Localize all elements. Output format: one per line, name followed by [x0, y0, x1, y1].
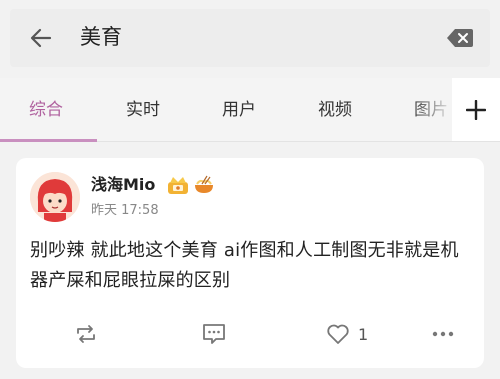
- active-tab-indicator: [0, 139, 97, 142]
- comment-button[interactable]: [202, 320, 226, 348]
- more-icon: [432, 331, 454, 337]
- backspace-icon[interactable]: [446, 27, 474, 49]
- plus-icon: [466, 99, 486, 120]
- like-count: 1: [358, 324, 369, 344]
- more-button[interactable]: [432, 320, 454, 348]
- search-input[interactable]: 美育: [80, 22, 122, 52]
- tab-users[interactable]: 用户: [222, 98, 256, 122]
- post-card[interactable]: 浅海Mio 昨天 17:58 别吵辣 就此地这个美育 ai作图和人工制图无非就是…: [16, 158, 484, 368]
- repost-icon: [77, 325, 95, 343]
- tab-videos[interactable]: 视频: [318, 98, 352, 122]
- tab-realtime[interactable]: 实时: [126, 98, 160, 122]
- arrow-left-icon[interactable]: [28, 25, 54, 51]
- post-timestamp: 昨天 17:58: [91, 203, 159, 218]
- tab-comprehensive[interactable]: 综合: [29, 98, 63, 122]
- search-bar: 美育: [10, 9, 490, 67]
- repost-button[interactable]: [74, 320, 98, 348]
- username[interactable]: 浅海Mio: [91, 174, 155, 196]
- post-text: 别吵辣 就此地这个美育 ai作图和人工制图无非就是机器产屎和屁眼拉屎的区别: [30, 240, 459, 291]
- avatar[interactable]: [30, 172, 80, 222]
- crown-badge-icon: [168, 177, 188, 194]
- like-button[interactable]: 1: [326, 320, 368, 348]
- add-tab-button[interactable]: [452, 78, 500, 141]
- comment-icon: [203, 324, 225, 344]
- noodle-bowl-icon: [195, 175, 213, 193]
- heart-icon: [327, 324, 349, 344]
- tab-bar: 综合 实时 用户 视频 图片: [0, 78, 500, 142]
